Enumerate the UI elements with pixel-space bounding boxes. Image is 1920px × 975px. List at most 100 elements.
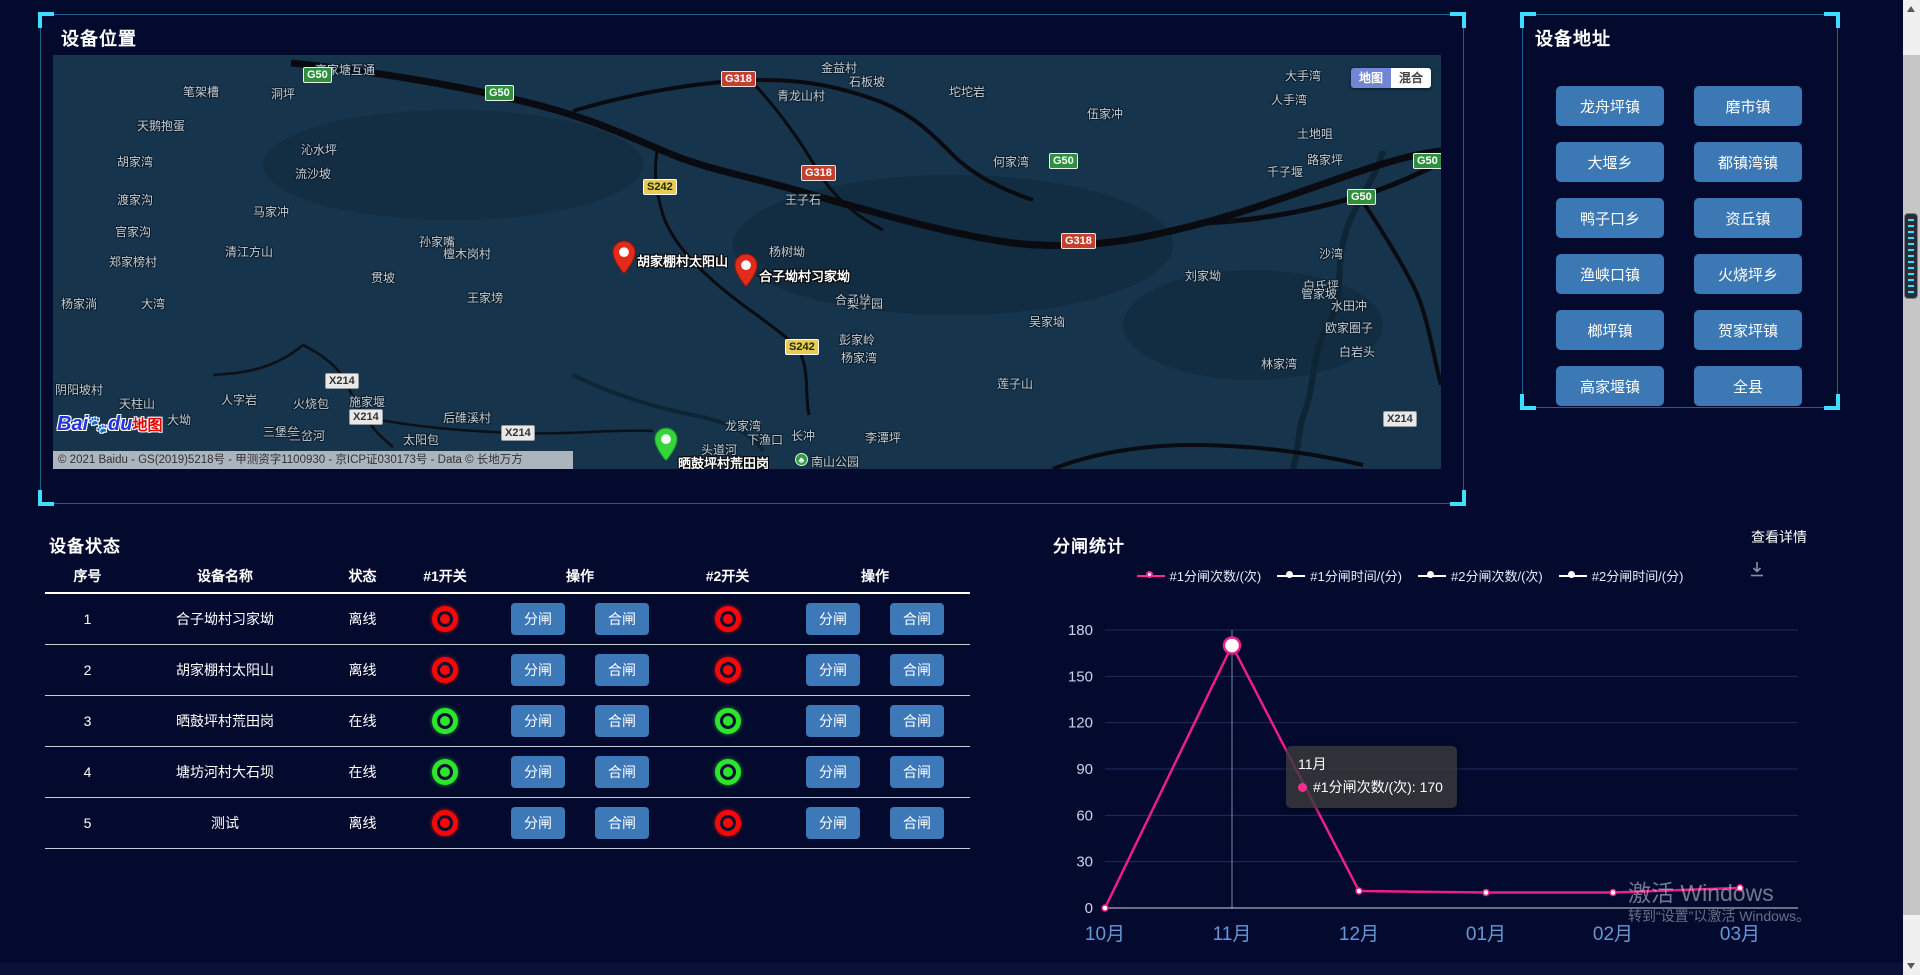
- map-place-label: 莲子山: [997, 375, 1033, 392]
- map-pin-icon[interactable]: [733, 253, 759, 289]
- map-place-label: 青龙山村: [777, 87, 825, 104]
- switch2-open-button[interactable]: 分闸: [806, 807, 860, 839]
- address-town-button[interactable]: 火烧坪乡: [1694, 254, 1802, 294]
- map-place-label: 沁水坪: [301, 141, 337, 158]
- switch2-open-button[interactable]: 分闸: [806, 705, 860, 737]
- baidu-logo-du: du: [108, 413, 132, 435]
- corner-decoration: [1824, 394, 1840, 410]
- switch1-close-button[interactable]: 合闸: [595, 654, 649, 686]
- table-row: 2 胡家棚村太阳山 离线 分闸 合闸 分闸 合闸: [45, 645, 970, 696]
- switch1-close-button[interactable]: 合闸: [595, 756, 649, 788]
- address-town-button[interactable]: 磨市镇: [1694, 86, 1802, 126]
- address-town-button[interactable]: 大堰乡: [1556, 142, 1664, 182]
- map-pin-icon[interactable]: [653, 427, 679, 463]
- map-place-label: 郑家榜村: [109, 253, 157, 270]
- map-place-label: 三岔河: [289, 427, 325, 444]
- switch1-close-button[interactable]: 合闸: [595, 603, 649, 635]
- corner-decoration: [1450, 12, 1466, 28]
- map-type-map-button[interactable]: 地图: [1351, 68, 1391, 88]
- map-place-label: 人字岩: [221, 391, 257, 408]
- baidu-paw-icon: 🐾: [88, 417, 108, 434]
- legend-item[interactable]: #1分闸次数/(次): [1137, 566, 1262, 585]
- switch1-close-button[interactable]: 合闸: [595, 705, 649, 737]
- table-row: 5 测试 离线 分闸 合闸 分闸 合闸: [45, 798, 970, 849]
- scrollbar-widget[interactable]: [1904, 213, 1918, 299]
- map-place-label: 贯坡: [371, 269, 395, 286]
- map-place-label: 欧家圈子: [1325, 319, 1373, 336]
- address-town-button[interactable]: 渔峡口镇: [1556, 254, 1664, 294]
- switch1-open-button[interactable]: 分闸: [511, 705, 565, 737]
- svg-text:11月: 11月: [1213, 924, 1252, 945]
- switch2-close-button[interactable]: 合闸: [890, 705, 944, 737]
- switch1-close-button[interactable]: 合闸: [595, 807, 649, 839]
- switch2-open-button[interactable]: 分闸: [806, 603, 860, 635]
- scrollbar-down-arrow[interactable]: [1907, 963, 1915, 969]
- device-status-title: 设备状态: [49, 532, 121, 557]
- legend-marker-icon: [1418, 570, 1446, 582]
- baidu-map[interactable]: 笔架槽洞坪高家塘互通天鹅抱蛋胡家湾渡家沟官家沟郑家榜村沁水坪流沙坡马家冲贯坡清江…: [53, 55, 1441, 469]
- map-place-label: 流沙坡: [295, 165, 331, 182]
- switch1-open-button[interactable]: 分闸: [511, 807, 565, 839]
- legend-item[interactable]: #1分闸时间/(分): [1277, 566, 1402, 585]
- tooltip-series-line: #1分闸次数/(次): 170: [1298, 776, 1443, 799]
- map-place-label: 南山公园: [811, 453, 859, 469]
- device-name: 测试: [130, 813, 320, 833]
- switch1-open-button[interactable]: 分闸: [511, 603, 565, 635]
- address-town-button[interactable]: 龙舟坪镇: [1556, 86, 1664, 126]
- device-status-text: 离线: [320, 660, 405, 680]
- road-badge: G318: [801, 165, 836, 181]
- tooltip-series-dot: [1298, 783, 1307, 792]
- map-place-label: 管家坡: [1301, 285, 1337, 302]
- table-header-cell: 设备名称: [130, 566, 320, 586]
- corner-decoration: [1450, 490, 1466, 506]
- switch1-open-button[interactable]: 分闸: [511, 654, 565, 686]
- address-town-button[interactable]: 资丘镇: [1694, 198, 1802, 238]
- map-place-label: 大坳: [167, 411, 191, 428]
- windows-activation-watermark: 激活 Windows: [1628, 874, 1774, 908]
- device-name: 合子坳村习家坳: [130, 609, 320, 629]
- map-place-label: 王家塝: [467, 289, 503, 306]
- view-details-link[interactable]: 查看详情: [1751, 527, 1807, 547]
- row-index: 3: [45, 713, 130, 729]
- switch2-close-button[interactable]: 合闸: [890, 807, 944, 839]
- address-town-button[interactable]: 高家堰镇: [1556, 366, 1664, 406]
- map-place-label: 千子堰: [1267, 163, 1303, 180]
- svg-text:90: 90: [1076, 761, 1093, 778]
- svg-text:180: 180: [1068, 622, 1093, 639]
- address-town-button[interactable]: 鸭子口乡: [1556, 198, 1664, 238]
- chart-tooltip: 11月 #1分闸次数/(次): 170: [1286, 746, 1457, 808]
- switch2-close-button[interactable]: 合闸: [890, 756, 944, 788]
- map-place-label: 土地咀: [1297, 125, 1333, 142]
- address-town-button[interactable]: 全县: [1694, 366, 1802, 406]
- map-place-label: 大湾: [141, 295, 165, 312]
- switch2-close-button[interactable]: 合闸: [890, 603, 944, 635]
- legend-item[interactable]: #2分闸时间/(分): [1559, 566, 1684, 585]
- map-place-label: 渡家沟: [117, 191, 153, 208]
- address-town-button[interactable]: 都镇湾镇: [1694, 142, 1802, 182]
- address-town-button[interactable]: 榔坪镇: [1556, 310, 1664, 350]
- road-badge: S242: [643, 179, 677, 195]
- address-town-button[interactable]: 贺家坪镇: [1694, 310, 1802, 350]
- download-icon[interactable]: [1748, 560, 1766, 578]
- svg-text:01月: 01月: [1466, 924, 1506, 945]
- scrollbar-up-arrow[interactable]: [1907, 6, 1915, 12]
- tooltip-series-value: #1分闸次数/(次): 170: [1313, 779, 1443, 795]
- table-header-cell: 操作: [485, 566, 675, 586]
- scrollbar-thumb[interactable]: [1903, 55, 1920, 915]
- table-header-cell: 序号: [45, 566, 130, 586]
- map-place-label: 长冲: [791, 427, 815, 444]
- legend-item[interactable]: #2分闸次数/(次): [1418, 566, 1543, 585]
- switch2-close-button[interactable]: 合闸: [890, 654, 944, 686]
- address-button-grid: 龙舟坪镇磨市镇大堰乡都镇湾镇鸭子口乡资丘镇渔峡口镇火烧坪乡榔坪镇贺家坪镇高家堰镇…: [1556, 86, 1802, 406]
- map-type-hybrid-button[interactable]: 混合: [1391, 68, 1431, 88]
- road-badge: X214: [501, 425, 535, 441]
- switch1-open-button[interactable]: 分闸: [511, 756, 565, 788]
- vertical-scrollbar[interactable]: [1903, 0, 1920, 975]
- switch2-open-button[interactable]: 分闸: [806, 654, 860, 686]
- map-marker-label: 胡家棚村太阳山: [637, 251, 728, 270]
- device-location-panel: 设备位置 笔架槽洞坪高家塘互通天鹅抱蛋胡家湾: [40, 14, 1464, 504]
- row-index: 2: [45, 662, 130, 678]
- map-pin-icon[interactable]: [611, 240, 637, 276]
- switch2-open-button[interactable]: 分闸: [806, 756, 860, 788]
- switch1-led-indicator: [432, 810, 458, 836]
